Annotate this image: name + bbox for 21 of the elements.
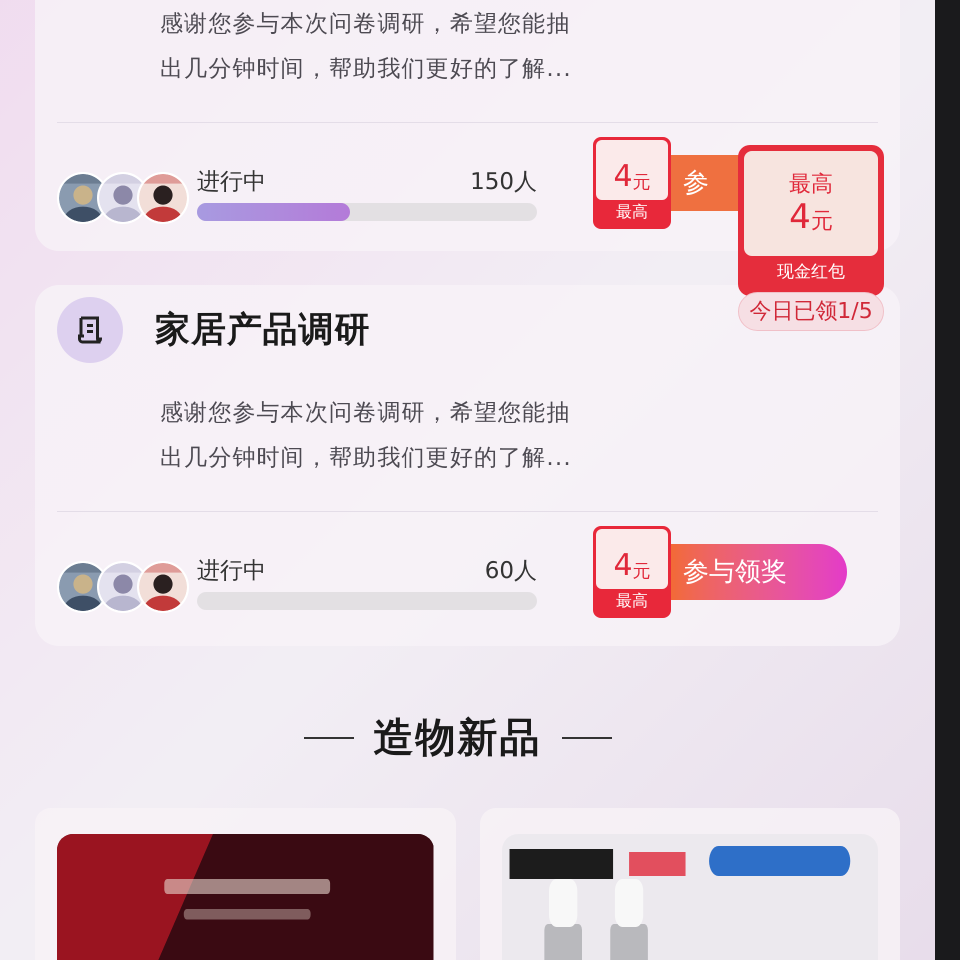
survey-description: 感谢您参与本次问卷调研，希望您能抽 bbox=[160, 399, 572, 428]
reward-caption: 最高 bbox=[616, 593, 648, 609]
claimed-count: 今日已领1/5 bbox=[738, 292, 884, 330]
participant-count: 60人 bbox=[484, 556, 537, 586]
survey-title: 家居产品调研 bbox=[155, 308, 370, 352]
reward-popup[interactable]: 最高 4元 现金红包 bbox=[738, 145, 884, 296]
popup-amount: 4元 bbox=[789, 200, 833, 234]
survey-description: 出几分钟时间，帮助我们更好的了解... bbox=[160, 55, 573, 84]
reward-amount: 4元 bbox=[596, 529, 668, 589]
section-title: 造物新品 bbox=[374, 714, 542, 763]
popup-caption: 现金红包 bbox=[777, 261, 845, 284]
reward-amount: 4元 bbox=[596, 140, 668, 200]
product-card[interactable] bbox=[480, 808, 900, 960]
reward-caption: 最高 bbox=[616, 204, 648, 220]
survey-status: 进行中 bbox=[197, 168, 266, 197]
participant-count: 150人 bbox=[470, 168, 537, 197]
survey-description: 出几分钟时间，帮助我们更好的了解... bbox=[160, 444, 573, 473]
product-card[interactable] bbox=[35, 808, 456, 960]
popup-heading: 最高 bbox=[789, 174, 833, 196]
survey-status: 进行中 bbox=[197, 556, 266, 586]
survey-description: 感谢您参与本次问卷调研，希望您能抽 bbox=[160, 10, 572, 39]
